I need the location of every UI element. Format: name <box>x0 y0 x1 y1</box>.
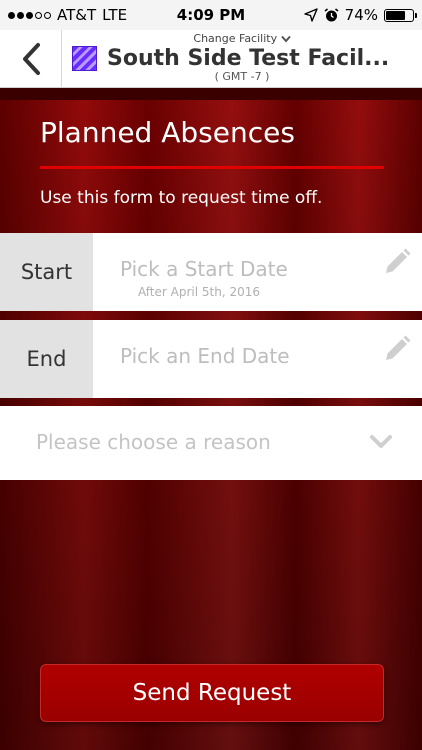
battery-percent: 74% <box>344 6 378 24</box>
change-facility-link[interactable]: Change Facility <box>62 32 422 45</box>
chevron-down-icon <box>280 35 291 43</box>
facility-selector[interactable]: South Side Test Facil... <box>72 46 389 71</box>
title-divider <box>40 166 384 169</box>
app-header: Change Facility South Side Test Facil...… <box>0 30 422 88</box>
network-type: LTE <box>102 6 128 24</box>
change-facility-label: Change Facility <box>193 32 278 45</box>
battery-icon <box>384 8 417 22</box>
page-subtitle: Use this form to request time off. <box>40 188 323 208</box>
chevron-left-icon <box>22 43 40 75</box>
signal-dot-empty <box>44 11 51 19</box>
end-date-row[interactable]: End Pick an End Date <box>0 320 422 398</box>
page-title: Planned Absences <box>40 116 295 149</box>
pencil-icon[interactable] <box>382 247 412 277</box>
status-left: AT&T LTE <box>8 6 127 24</box>
signal-strength-icon <box>8 11 51 19</box>
facility-color-swatch <box>72 46 97 71</box>
reason-dropdown[interactable]: Please choose a reason <box>0 406 422 480</box>
start-date-placeholder: Pick a Start Date <box>120 257 288 281</box>
battery-fill <box>386 10 406 20</box>
facility-name: South Side Test Facil... <box>107 46 390 71</box>
status-bar: AT&T LTE 4:09 PM 74% <box>0 0 422 30</box>
start-date-label: Start <box>0 233 93 311</box>
start-date-hint: After April 5th, 2016 <box>138 285 260 299</box>
alarm-clock-icon <box>324 7 339 21</box>
reason-placeholder: Please choose a reason <box>36 430 271 454</box>
pencil-icon[interactable] <box>382 334 412 364</box>
start-date-row[interactable]: Start Pick a Start Date After April 5th,… <box>0 233 422 311</box>
planned-absences-form: Planned Absences Use this form to reques… <box>0 100 422 750</box>
signal-dot <box>8 11 15 19</box>
signal-dot-empty <box>35 11 42 19</box>
facility-timezone: ( GMT -7 ) <box>214 70 270 83</box>
header-separator <box>0 88 422 100</box>
back-button[interactable] <box>0 30 62 88</box>
location-arrow-icon <box>303 8 318 22</box>
carrier-name: AT&T <box>57 6 97 24</box>
signal-dot <box>17 11 24 19</box>
signal-dot <box>26 11 33 19</box>
status-right: 74% <box>303 6 417 24</box>
end-date-placeholder: Pick an End Date <box>120 344 290 368</box>
chevron-down-icon <box>370 435 392 448</box>
send-request-button[interactable]: Send Request <box>40 664 384 722</box>
end-date-label: End <box>0 320 93 398</box>
